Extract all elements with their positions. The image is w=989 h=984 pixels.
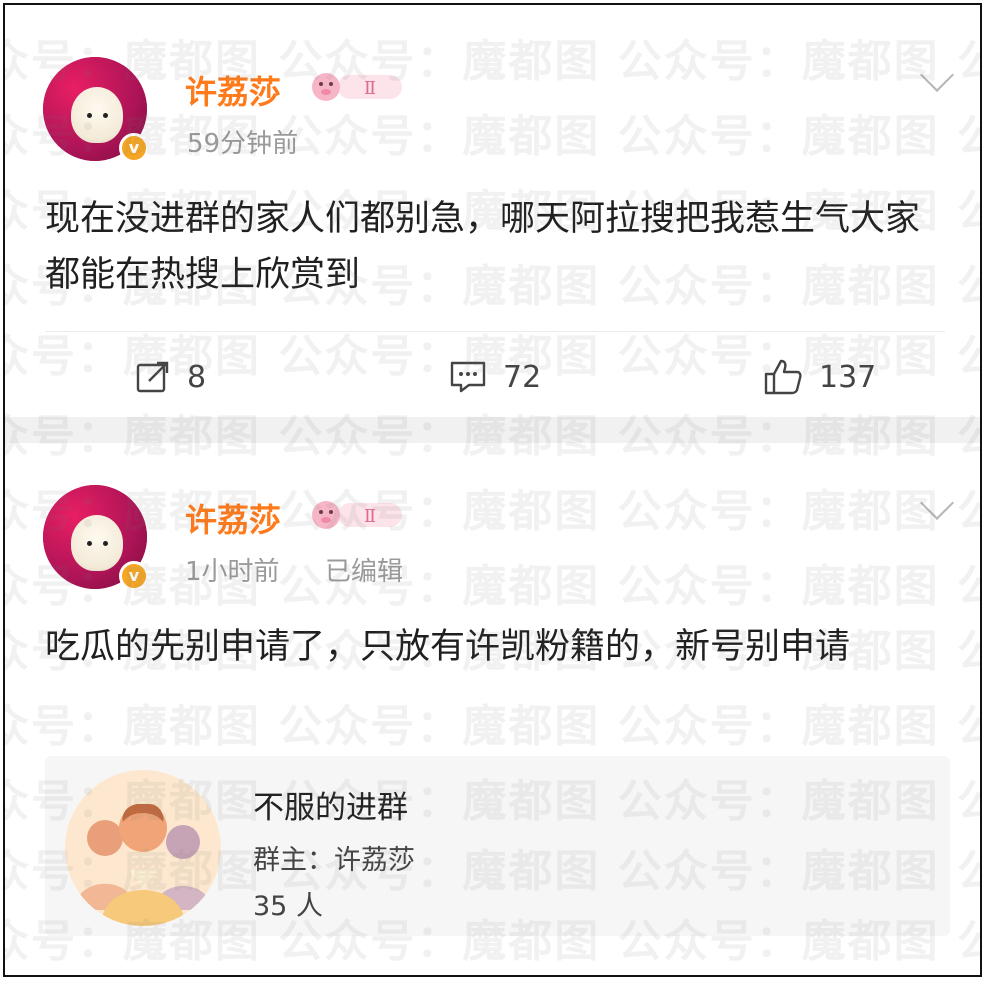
group-card[interactable]: 不服的进群 群主：许荔莎 35 人 xyxy=(45,756,950,936)
weibo-post: v 许荔莎 Ⅱ 1小时前 已编辑 吃瓜的先别申请了，只放有许凯粉籍的，新号别申请 xyxy=(5,443,980,975)
chevron-down-icon[interactable] xyxy=(920,58,954,92)
author-name[interactable]: 许荔莎 xyxy=(185,67,281,113)
post-time: 1小时前 xyxy=(185,557,280,587)
repost-button[interactable]: 8 xyxy=(135,353,206,401)
like-count: 137 xyxy=(819,359,877,395)
group-title: 不服的进群 xyxy=(253,790,408,826)
post-separator xyxy=(5,417,980,443)
chevron-down-icon[interactable] xyxy=(920,486,954,520)
verified-icon: v xyxy=(119,561,149,591)
comment-button[interactable]: 72 xyxy=(449,353,541,401)
post-content: 吃瓜的先别申请了，只放有许凯粉籍的，新号别申请 xyxy=(45,627,851,667)
divider xyxy=(45,331,945,332)
repost-icon xyxy=(136,361,169,393)
repost-count: 8 xyxy=(187,359,207,395)
feed-frame: v 许荔莎 Ⅱ 59分钟前 现在没进群的家人们都别急，哪天阿拉搜把我惹生气大家都… xyxy=(3,3,982,977)
post-time: 59分钟前 xyxy=(187,129,299,159)
level-badge-icon: Ⅱ xyxy=(312,73,402,101)
group-member-count: 35 人 xyxy=(253,891,323,922)
like-button[interactable]: 137 xyxy=(763,353,876,401)
comment-count: 72 xyxy=(503,359,542,395)
post-content: 现在没进群的家人们都别急，哪天阿拉搜把我惹生气大家都能在热搜上欣赏到 xyxy=(45,199,921,295)
verified-icon: v xyxy=(119,133,149,163)
group-avatar-icon xyxy=(65,770,221,926)
level-badge-text: Ⅱ xyxy=(364,78,376,99)
author-name[interactable]: 许荔莎 xyxy=(185,495,281,541)
comment-icon xyxy=(450,361,486,393)
group-owner: 群主：许荔莎 xyxy=(253,845,415,876)
level-badge-text: Ⅱ xyxy=(364,506,376,527)
edited-label: 已编辑 xyxy=(325,557,404,587)
level-badge-icon: Ⅱ xyxy=(312,501,402,529)
weibo-post: v 许荔莎 Ⅱ 59分钟前 现在没进群的家人们都别急，哪天阿拉搜把我惹生气大家都… xyxy=(5,5,980,417)
like-icon xyxy=(764,359,802,395)
